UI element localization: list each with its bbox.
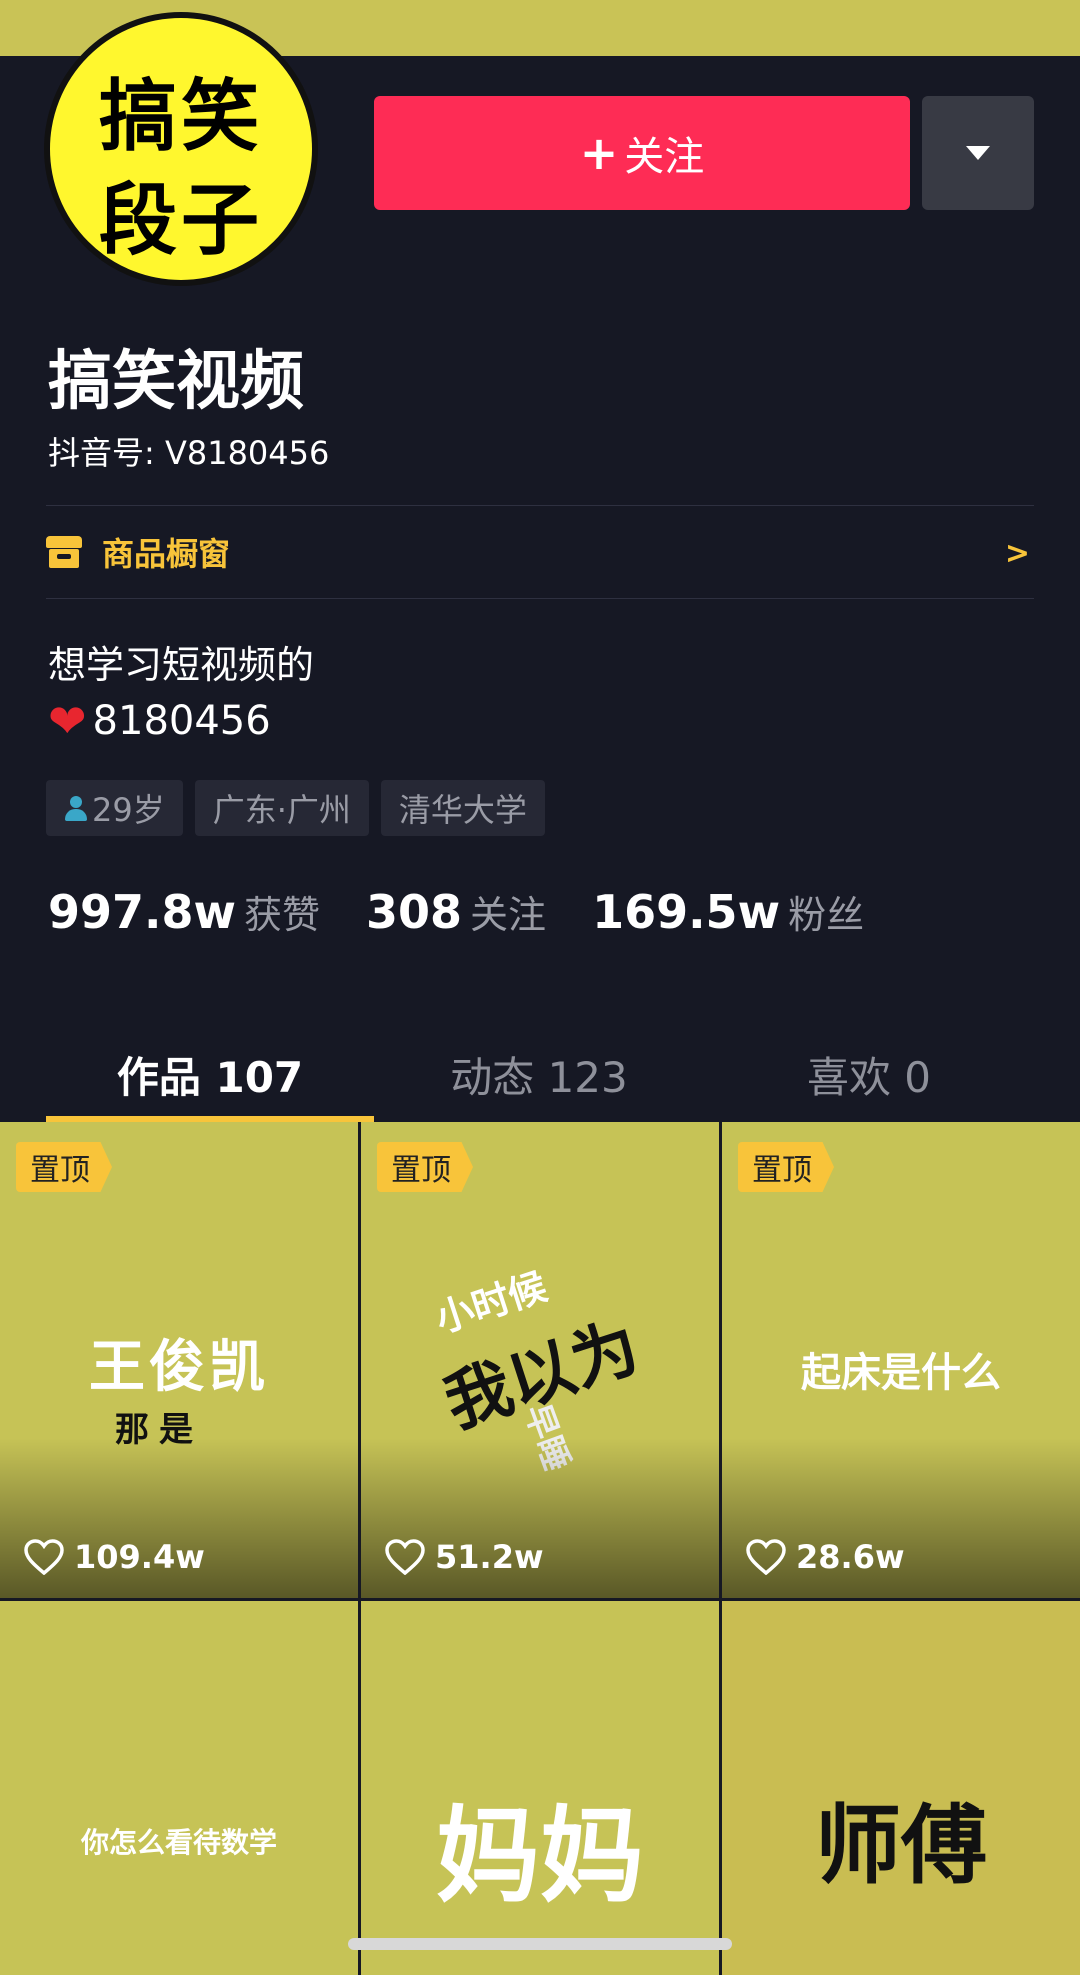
tag-location: 广东·广州 [194, 780, 369, 836]
home-indicator[interactable] [348, 1938, 732, 1950]
bio-line2: ❤ 8180456 [48, 694, 271, 748]
tag-school: 清华大学 [380, 780, 545, 836]
bio-line1: 想学习短视频的 [48, 643, 315, 687]
video-thumbnail[interactable]: 师傅 [722, 1601, 1080, 1975]
pinned-badge: 置顶 [377, 1142, 473, 1192]
shop-window-row[interactable]: 商品橱窗 > [46, 506, 1034, 598]
shop-window-label: 商品橱窗 [102, 535, 231, 573]
like-count: 109.4w [24, 1538, 205, 1576]
video-thumbnail[interactable]: 你怎么看待数学 [0, 1601, 358, 1975]
pinned-badge: 置顶 [738, 1142, 834, 1192]
follow-label: 关注 [624, 134, 705, 180]
video-thumbnail[interactable]: 妈妈 [361, 1601, 719, 1975]
like-count-label: 28.6w [796, 1538, 905, 1576]
video-thumbnail[interactable]: 王俊凯 那是 置顶 109.4w [0, 1122, 358, 1598]
like-count: 28.6w [746, 1538, 905, 1576]
pinned-badge: 置顶 [16, 1142, 112, 1192]
profile-name: 搞笑视频 [48, 345, 304, 419]
likes-count: 997.8w [48, 885, 236, 939]
shop-icon [46, 536, 82, 568]
douyin-id: 抖音号: V8180456 [48, 434, 330, 472]
heart-icon: ❤ [48, 694, 87, 748]
likes-label: 获赞 [244, 893, 321, 937]
tag-age-label: 29岁 [92, 791, 165, 829]
like-count: 51.2w [385, 1538, 544, 1576]
avatar-text-line2: 段子 [98, 175, 263, 266]
tab-activity[interactable]: 动态 123 [374, 1028, 704, 1122]
plus-icon: + [579, 126, 619, 180]
follow-button[interactable]: + 关注 [374, 96, 910, 210]
thumb-text-main: 师傅 [815, 1795, 987, 1896]
divider [46, 598, 1034, 599]
heart-outline-icon [746, 1539, 786, 1575]
tab-works[interactable]: 作品 107 [46, 1028, 374, 1122]
video-thumbnail[interactable]: 小时候 我以为 早睡 置顶 51.2w [361, 1122, 719, 1598]
profile-tags: 29岁 广东·广州 清华大学 [46, 780, 545, 836]
avatar[interactable]: 搞笑 段子 [44, 12, 318, 286]
thumb-text-main: 王俊凯 [89, 1334, 269, 1400]
fans-label[interactable]: 粉丝 [788, 884, 864, 939]
heart-outline-icon [24, 1539, 64, 1575]
video-grid: 王俊凯 那是 置顶 109.4w 小时候 我以为 早睡 置顶 51.2w 起床是… [0, 1122, 1080, 1975]
heart-outline-icon [385, 1539, 425, 1575]
thumb-text-main: 你怎么看待数学 [80, 1826, 277, 1859]
tab-likes[interactable]: 喜欢 0 [704, 1028, 1034, 1122]
more-options-button[interactable] [922, 96, 1034, 210]
thumb-text-main: 妈妈 [435, 1795, 644, 1917]
fans-count[interactable]: 169.5w [592, 885, 780, 939]
following-count[interactable]: 308 [366, 885, 462, 939]
bio-line2-text: 8180456 [92, 698, 271, 744]
like-count-label: 109.4w [74, 1538, 205, 1576]
avatar-text-line1: 搞笑 [98, 71, 263, 162]
thumb-text-main: 起床是什么 [801, 1350, 1001, 1396]
person-icon [64, 794, 88, 822]
profile-tabs: 作品 107 动态 123 喜欢 0 [0, 1028, 1080, 1122]
chevron-right-icon: > [1004, 536, 1030, 571]
following-label[interactable]: 关注 [470, 884, 546, 939]
triangle-down-icon [966, 146, 990, 160]
profile-stats: 997.8w 获赞 308 关注 169.5w 粉丝 [48, 884, 910, 939]
tag-age: 29岁 [46, 780, 183, 836]
like-count-label: 51.2w [435, 1538, 544, 1576]
video-thumbnail[interactable]: 起床是什么 置顶 28.6w [722, 1122, 1080, 1598]
